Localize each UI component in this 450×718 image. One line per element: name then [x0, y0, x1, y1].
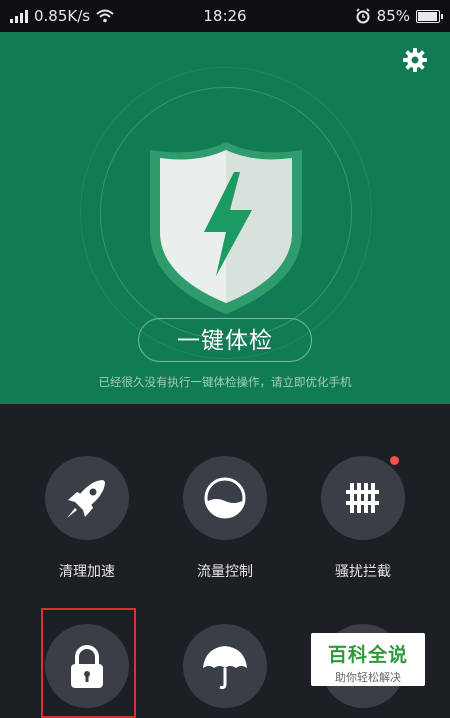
- tile-clean-speed[interactable]: 清理加速: [27, 456, 147, 581]
- watermark-subtitle: 助你轻松解决: [335, 671, 401, 684]
- status-bar: 0.85K/s 18:26 85%: [0, 0, 450, 32]
- fence-icon: [346, 483, 379, 513]
- tile-circle: [183, 624, 267, 708]
- notification-badge: [390, 456, 399, 465]
- battery-icon: [416, 9, 443, 23]
- battery-percent: 85%: [376, 7, 410, 25]
- watermark-logo: 百科全说 助你轻松解决: [311, 633, 425, 686]
- tile-label: 骚扰拦截: [335, 564, 391, 580]
- tile-data-control[interactable]: 流量控制: [165, 456, 285, 581]
- highlight-box: [41, 608, 136, 718]
- tile-label: 流量控制: [197, 564, 253, 580]
- tile-circle: [45, 456, 129, 540]
- tile-harass-block[interactable]: 骚扰拦截: [303, 456, 423, 581]
- tile-label: 清理加速: [59, 564, 115, 580]
- data-usage-icon: [204, 477, 246, 519]
- tile-circle: [183, 456, 267, 540]
- gear-icon[interactable]: [401, 46, 429, 74]
- rocket-icon: [67, 480, 105, 518]
- tile-protection[interactable]: [165, 624, 285, 708]
- checkup-hint: 已经很久没有执行一键体检操作，请立即优化手机: [98, 375, 352, 389]
- alarm-icon: [356, 8, 370, 24]
- watermark-title: 百科全说: [327, 644, 408, 666]
- checkup-hero: 一键体检 已经很久没有执行一键体检操作，请立即优化手机: [0, 32, 450, 404]
- status-right: 85%: [355, 7, 443, 25]
- tile-circle: [321, 456, 405, 540]
- one-click-checkup-button[interactable]: 一键体检: [138, 318, 312, 362]
- shield-lightning-icon: [150, 142, 302, 314]
- umbrella-icon: [203, 646, 247, 690]
